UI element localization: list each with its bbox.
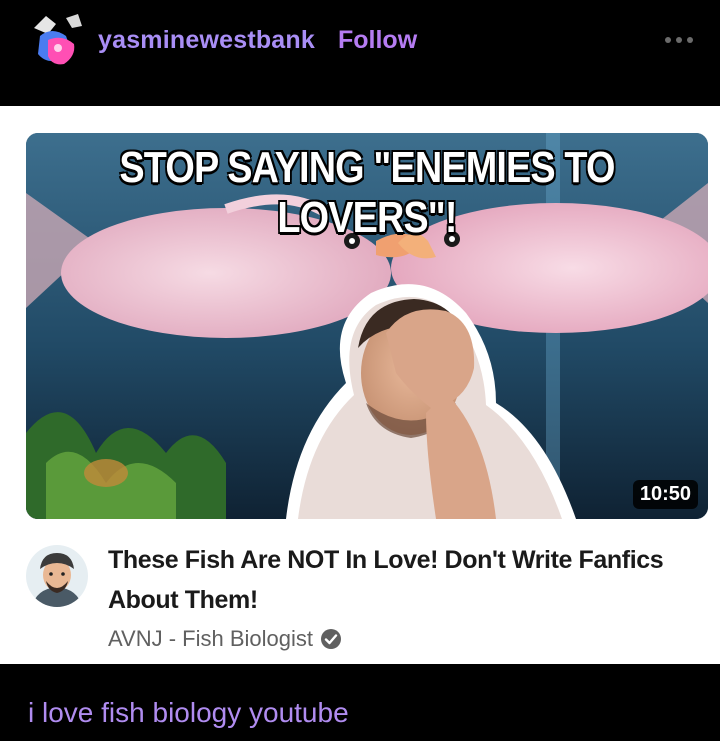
post-header: yasminewestbank Follow <box>0 0 720 106</box>
follow-button[interactable]: Follow <box>338 26 417 55</box>
blog-username[interactable]: yasminewestbank <box>98 26 315 55</box>
thumbnail-title: STOP SAYING "ENEMIES TO LOVERS"! <box>119 143 615 242</box>
blog-avatar[interactable] <box>26 10 86 70</box>
video-thumbnail[interactable]: STOP SAYING "ENEMIES TO LOVERS"! 10:50 <box>26 133 708 519</box>
video-duration-badge: 10:50 <box>632 480 698 509</box>
post-caption: i love fish biology youtube <box>28 697 349 728</box>
ellipsis-icon[interactable] <box>662 30 698 50</box>
channel-avatar[interactable] <box>26 545 88 607</box>
channel-name: AVNJ - Fish Biologist <box>108 626 313 651</box>
verified-check-icon <box>320 628 342 650</box>
video-embed-card: STOP SAYING "ENEMIES TO LOVERS"! 10:50 T… <box>0 106 720 664</box>
channel-name-row[interactable]: AVNJ - Fish Biologist <box>108 626 342 652</box>
video-title[interactable]: These Fish Are NOT In Love! Don't Write … <box>108 540 668 620</box>
